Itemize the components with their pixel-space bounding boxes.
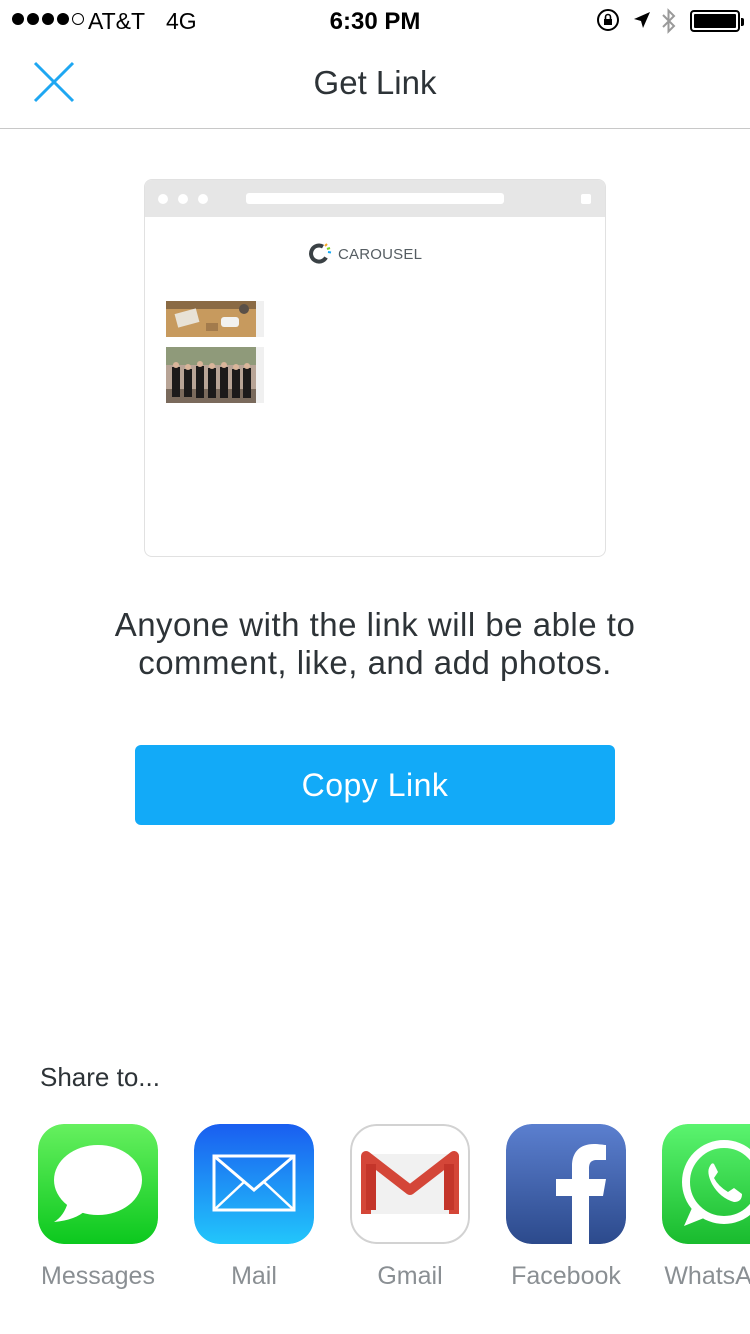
share-description: Anyone with the link will be able to com… (114, 606, 636, 681)
carousel-logo: CAROUSEL (308, 242, 422, 266)
bluetooth-icon (662, 8, 676, 34)
share-app-label: Messages (41, 1262, 155, 1290)
album-preview: CAROUSEL (144, 179, 606, 557)
share-heading: Share to... (40, 1062, 160, 1092)
location-arrow-icon (634, 12, 650, 28)
share-app-label: Facebook (511, 1262, 621, 1290)
copy-link-button[interactable]: Copy Link (135, 745, 615, 825)
gmail-icon (350, 1124, 470, 1244)
url-bar (246, 193, 504, 204)
page-title: Get Link (313, 64, 437, 101)
carousel-logo-icon (309, 243, 332, 264)
browser-bar (145, 180, 605, 217)
status-bar: AT&T 4G 6:30 PM (0, 0, 750, 40)
share-app-label: Mail (231, 1262, 277, 1290)
photo-thumbnail (166, 347, 256, 403)
nav-bar: Get Link (0, 40, 750, 129)
whatsapp-icon (662, 1124, 750, 1244)
rotation-lock-icon (597, 9, 619, 31)
brand-name: CAROUSEL (338, 245, 423, 263)
facebook-icon (506, 1124, 626, 1244)
share-apps-row: Messages Mail Gmail Facebook WhatsA (0, 1124, 750, 1304)
messages-icon (38, 1124, 158, 1244)
battery-icon (690, 10, 744, 32)
photo-thumbnail (166, 301, 256, 337)
share-app-label: Gmail (377, 1262, 443, 1290)
mail-icon (194, 1124, 314, 1244)
share-app-label: WhatsApp (664, 1262, 750, 1290)
